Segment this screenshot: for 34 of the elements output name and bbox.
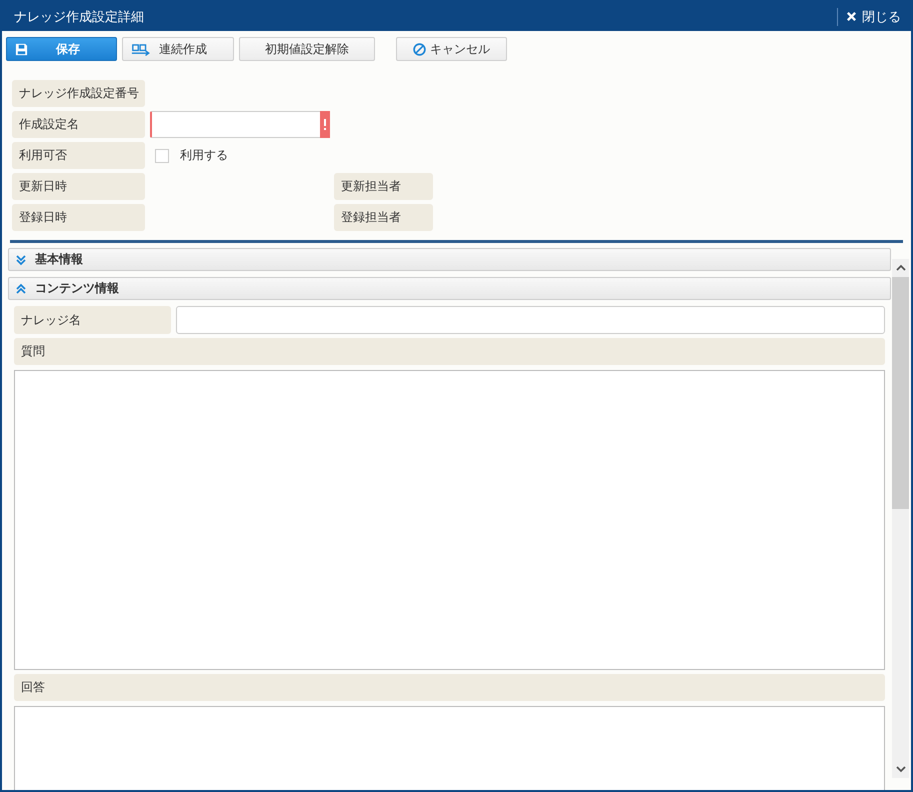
copy-arrow-icon [131,42,151,56]
chevron-down-icon [15,254,27,266]
splitter[interactable] [10,240,903,243]
field-label: 更新担当者 [334,173,433,200]
field-label: ナレッジ名 [14,306,171,334]
field-label: 登録担当者 [334,204,433,231]
text-area[interactable] [14,706,885,790]
section-header[interactable]: 基本情報 [8,248,891,271]
toolbar-button[interactable]: キャンセル [396,37,507,61]
window-title: ナレッジ作成設定詳細 [14,8,145,26]
toolbar-button[interactable]: 連続作成 [122,37,234,61]
field-label: 登録日時 [12,204,145,231]
scroll-down-icon[interactable] [894,764,906,774]
field-label: 質問 [14,338,885,365]
field-label: 更新日時 [12,173,145,200]
required-icon [320,111,330,138]
cancel-icon [413,42,426,56]
field-label: ナレッジ作成設定番号 [12,80,145,107]
section-header[interactable]: コンテンツ情報 [8,277,891,300]
toolbar-button[interactable]: 初期値設定解除 [239,37,375,61]
field-label: 利用可否 [12,142,145,169]
checkbox[interactable] [155,148,169,162]
close-icon [846,11,857,22]
scrollbar[interactable] [892,259,909,778]
scroll-up-icon[interactable] [894,263,906,273]
close-button[interactable]: 閉じる [846,8,911,26]
text-area[interactable] [14,370,885,670]
chevron-up-icon [15,282,27,294]
input-field[interactable] [150,111,330,138]
field-label: 回答 [14,674,885,701]
input-field[interactable] [176,306,885,334]
save-icon [15,42,28,56]
checkbox-label: 利用する [180,147,228,164]
field-label: 作成設定名 [12,111,145,138]
